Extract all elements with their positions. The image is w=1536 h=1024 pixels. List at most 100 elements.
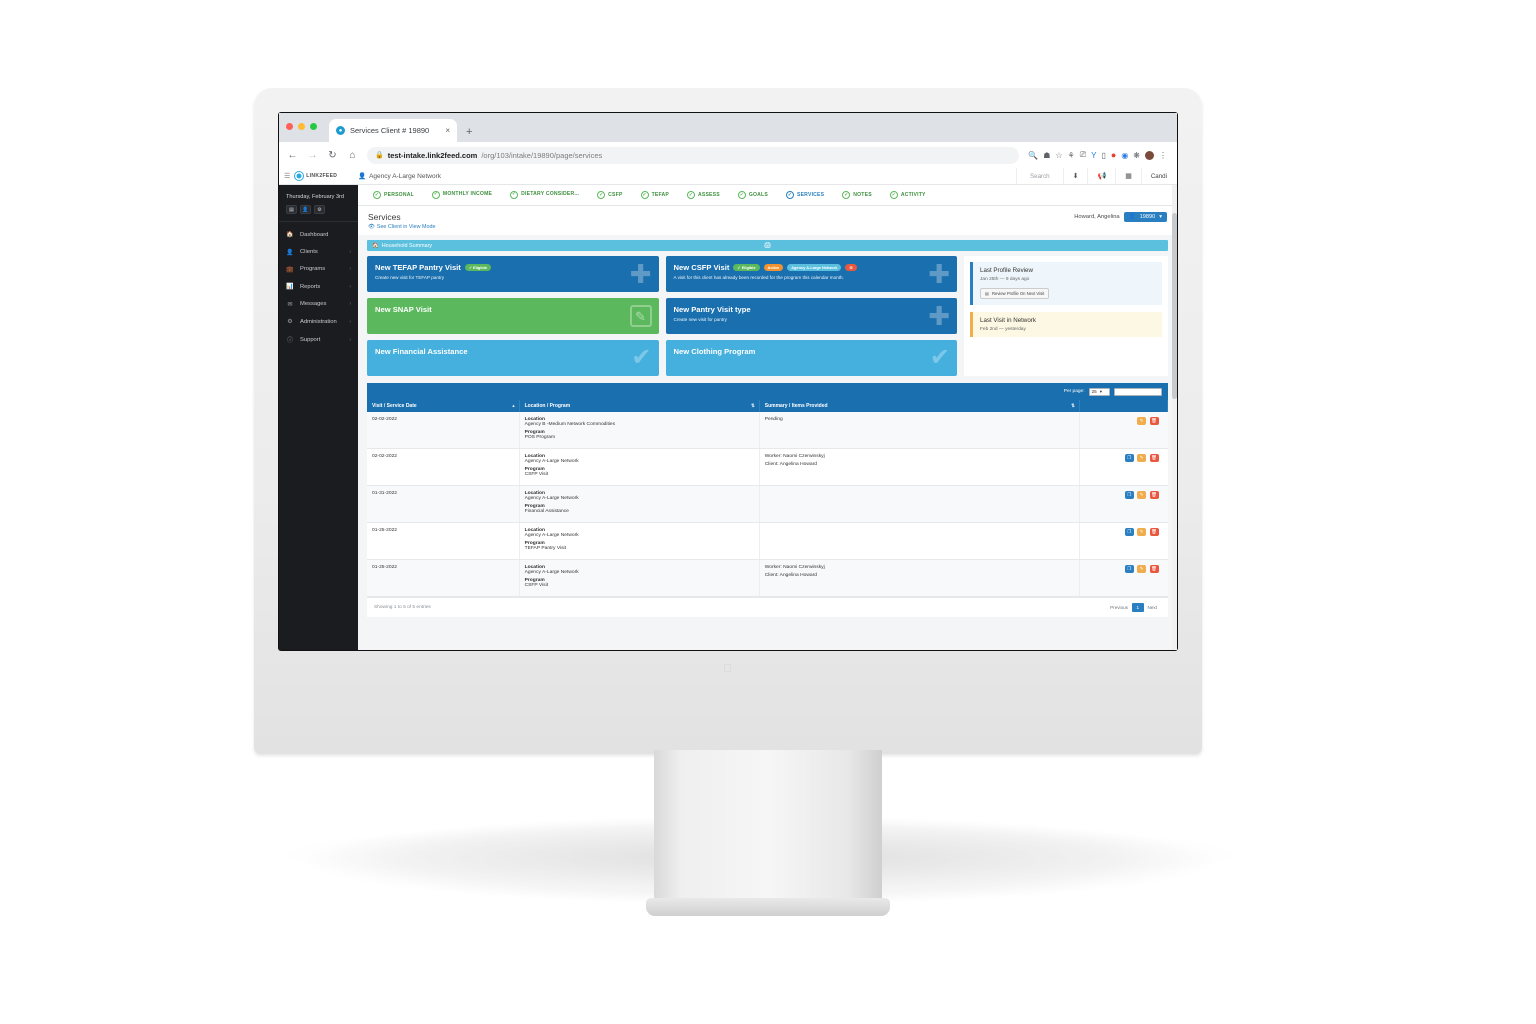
forward-icon[interactable]: → <box>307 150 318 161</box>
page-scrollbar[interactable] <box>1172 185 1177 650</box>
edit-icon[interactable]: ✎ <box>1137 454 1147 462</box>
scrollbar-thumb[interactable] <box>1172 212 1177 399</box>
household-summary-bar[interactable]: 🏠 Household Summary 🖨 <box>367 240 1168 251</box>
new-tefap-pantry-visit-card[interactable]: New TEFAP Pantry Visit ✓ Eligible Create… <box>367 256 659 292</box>
reload-icon[interactable]: ↻ <box>327 150 338 161</box>
megaphone-icon[interactable]: 📢 <box>1087 168 1115 184</box>
copy-icon[interactable]: ❐ <box>1124 528 1134 536</box>
table-row[interactable]: 01-25-2022 Location Agency A-Large Netwo… <box>367 522 1168 560</box>
back-icon[interactable]: ← <box>287 150 298 161</box>
sort-icon[interactable]: ⇅ <box>751 403 755 409</box>
new-tab-icon[interactable]: + <box>466 126 472 142</box>
client-id-badge[interactable]: 👤 19890 ▾ <box>1123 212 1167 222</box>
address-bar[interactable]: 🔒 test-intake.link2feed.com /org/103/int… <box>367 146 1020 164</box>
home-bookmark-icon[interactable]: ☗ <box>1043 151 1050 160</box>
new-csfp-visit-card[interactable]: New CSFP Visit ✓ Eligible Active Agency … <box>665 256 957 292</box>
search-icon[interactable]: 🔍 <box>1028 151 1038 160</box>
y-extension-icon[interactable]: Y <box>1091 151 1096 160</box>
download-icon[interactable]: ⬇ <box>1062 168 1088 184</box>
column-location-program[interactable]: Location / Program ⇅ <box>519 400 760 412</box>
user-menu[interactable]: Candi <box>1140 168 1177 184</box>
close-tab-icon[interactable]: × <box>445 126 450 135</box>
wizard-step-goals[interactable]: ✓ GOALS <box>729 191 777 199</box>
browser-extension-icons[interactable]: 🔍 ☗ ☆ ⚘ ⎚ Y ▯ ● ◉ ❋ ⋮ <box>1028 150 1169 160</box>
view-mode-link[interactable]: 👁 See Client in View Mode <box>368 224 435 230</box>
print-icon[interactable]: 🖨 <box>764 242 772 249</box>
delete-icon[interactable]: 🗑 <box>1149 417 1159 425</box>
menu-toggle-icon[interactable]: ☰ <box>284 172 290 180</box>
sort-icon[interactable]: ⇅ <box>1071 403 1075 409</box>
page-1-button[interactable]: 1 <box>1131 603 1144 612</box>
sidebar-item-reports[interactable]: 📊 Reports › <box>279 278 358 295</box>
grid-icon[interactable]: ▦ <box>1115 168 1141 184</box>
wizard-step-csfp[interactable]: ✓ CSFP <box>588 191 631 199</box>
content-scroll-area[interactable]: 🏠 Household Summary 🖨 New TEFAP Pantry V <box>358 235 1177 650</box>
edit-icon[interactable]: ✎ <box>1137 528 1147 536</box>
pagination[interactable]: Previous 1 Next <box>1106 603 1161 612</box>
table-row[interactable]: 02-02-2022 Location Agency B -Medium Net… <box>367 412 1168 449</box>
delete-icon[interactable]: 🗑 <box>1149 454 1159 462</box>
calendar-chip-icon[interactable]: ▤ <box>286 205 297 214</box>
table-search-input[interactable] <box>1114 387 1162 396</box>
wizard-step-personal[interactable]: ✓ PERSONAL <box>364 191 423 199</box>
delete-icon[interactable]: 🗑 <box>1149 565 1159 573</box>
sort-icon[interactable]: ▴ <box>512 403 514 409</box>
wizard-step-activity[interactable]: ✓ ACTIVITY <box>881 191 935 199</box>
new-financial-assistance-card[interactable]: New Financial Assistance ✔ <box>367 340 659 376</box>
client-selector[interactable]: Howard, Angelina 👤 19890 ▾ <box>1074 212 1167 222</box>
profile-avatar[interactable] <box>1145 150 1154 160</box>
sidebar-item-administration[interactable]: ⚙ Administration › <box>279 313 358 330</box>
close-window-button[interactable] <box>286 123 293 130</box>
sidebar-item-messages[interactable]: ✉ Messages › <box>279 296 358 313</box>
delete-icon[interactable]: 🗑 <box>1149 491 1159 499</box>
new-clothing-program-card[interactable]: New Clothing Program ✔ <box>665 340 957 376</box>
table-row[interactable]: 01-31-2022 Location Agency A-Large Netwo… <box>367 485 1168 523</box>
table-row[interactable]: 02-02-2022 Location Agency A-Large Netwo… <box>367 448 1168 486</box>
capture-icon[interactable]: ⎚ <box>1080 150 1086 160</box>
wizard-step-assess[interactable]: ✓ ASSESS <box>678 191 729 199</box>
wizard-step-dietary[interactable]: ✓ DIETARY CONSIDER... <box>501 191 588 199</box>
per-page-select[interactable]: 25 ▾ <box>1088 387 1110 396</box>
sidebar-item-clients[interactable]: 👤 Clients › <box>279 243 358 260</box>
sidebar-item-support[interactable]: ⓘ Support › <box>279 330 358 349</box>
copy-icon[interactable]: ❐ <box>1124 565 1134 573</box>
user-chip-icon[interactable]: 👤 <box>300 205 311 214</box>
new-snap-visit-card[interactable]: New SNAP Visit ✎ <box>367 298 659 334</box>
review-profile-next-visit-button[interactable]: ▤ Review Profile On Next Visit <box>980 288 1050 299</box>
puzzle-icon[interactable]: ❋ <box>1133 151 1140 160</box>
shield-icon[interactable]: ⚘ <box>1068 151 1075 160</box>
wizard-step-notes[interactable]: ✓ NOTES <box>833 191 881 199</box>
opera-icon[interactable]: ● <box>1111 150 1116 160</box>
table-row[interactable]: 01-25-2022 Location Agency A-Large Netwo… <box>367 559 1168 597</box>
wizard-step-monthly-income[interactable]: ✓ MONTHLY INCOME <box>423 191 501 199</box>
search-input[interactable]: Search <box>1016 168 1063 184</box>
edit-icon[interactable]: ✎ <box>1137 417 1147 425</box>
copy-icon[interactable]: ❐ <box>1124 491 1134 499</box>
column-label: Visit / Service Date <box>372 403 417 409</box>
minimize-window-button[interactable] <box>298 123 305 130</box>
home-icon[interactable]: ⌂ <box>347 150 358 161</box>
column-visit-service-date[interactable]: Visit / Service Date ▴ <box>367 400 520 412</box>
star-icon[interactable]: ☆ <box>1055 151 1062 160</box>
copy-icon[interactable]: ❐ <box>1124 454 1134 462</box>
wizard-step-services[interactable]: ✓ SERVICES <box>777 191 833 199</box>
globe-icon[interactable]: ◉ <box>1121 151 1128 160</box>
edit-icon[interactable]: ✎ <box>1137 565 1147 573</box>
column-summary-items[interactable]: Summary / Items Provided ⇅ <box>759 400 1080 412</box>
edit-icon[interactable]: ✎ <box>1137 491 1147 499</box>
window-traffic-lights[interactable] <box>286 123 317 130</box>
sidebar-item-programs[interactable]: 💼 Programs › <box>279 261 358 278</box>
next-page-button[interactable]: Next <box>1144 603 1161 612</box>
delete-icon[interactable]: 🗑 <box>1149 528 1159 536</box>
kebab-menu-icon[interactable]: ⋮ <box>1159 151 1167 160</box>
app-logo[interactable]: LINK2FEED <box>295 172 337 180</box>
new-pantry-visit-type-card[interactable]: New Pantry Visit type Create new visit f… <box>665 298 957 334</box>
previous-page-button[interactable]: Previous <box>1106 603 1132 612</box>
note-icon[interactable]: ▯ <box>1101 151 1105 160</box>
gear-chip-icon[interactable]: ⚙ <box>314 205 325 214</box>
wizard-step-tefap[interactable]: ✓ TEFAP <box>632 191 678 199</box>
sidebar-chips[interactable]: ▤ 👤 ⚙ <box>279 205 358 221</box>
browser-tab[interactable]: ● Services Client # 19890 × <box>329 119 457 142</box>
maximize-window-button[interactable] <box>310 123 317 130</box>
sidebar-item-dashboard[interactable]: 🏠 Dashboard <box>279 226 358 243</box>
